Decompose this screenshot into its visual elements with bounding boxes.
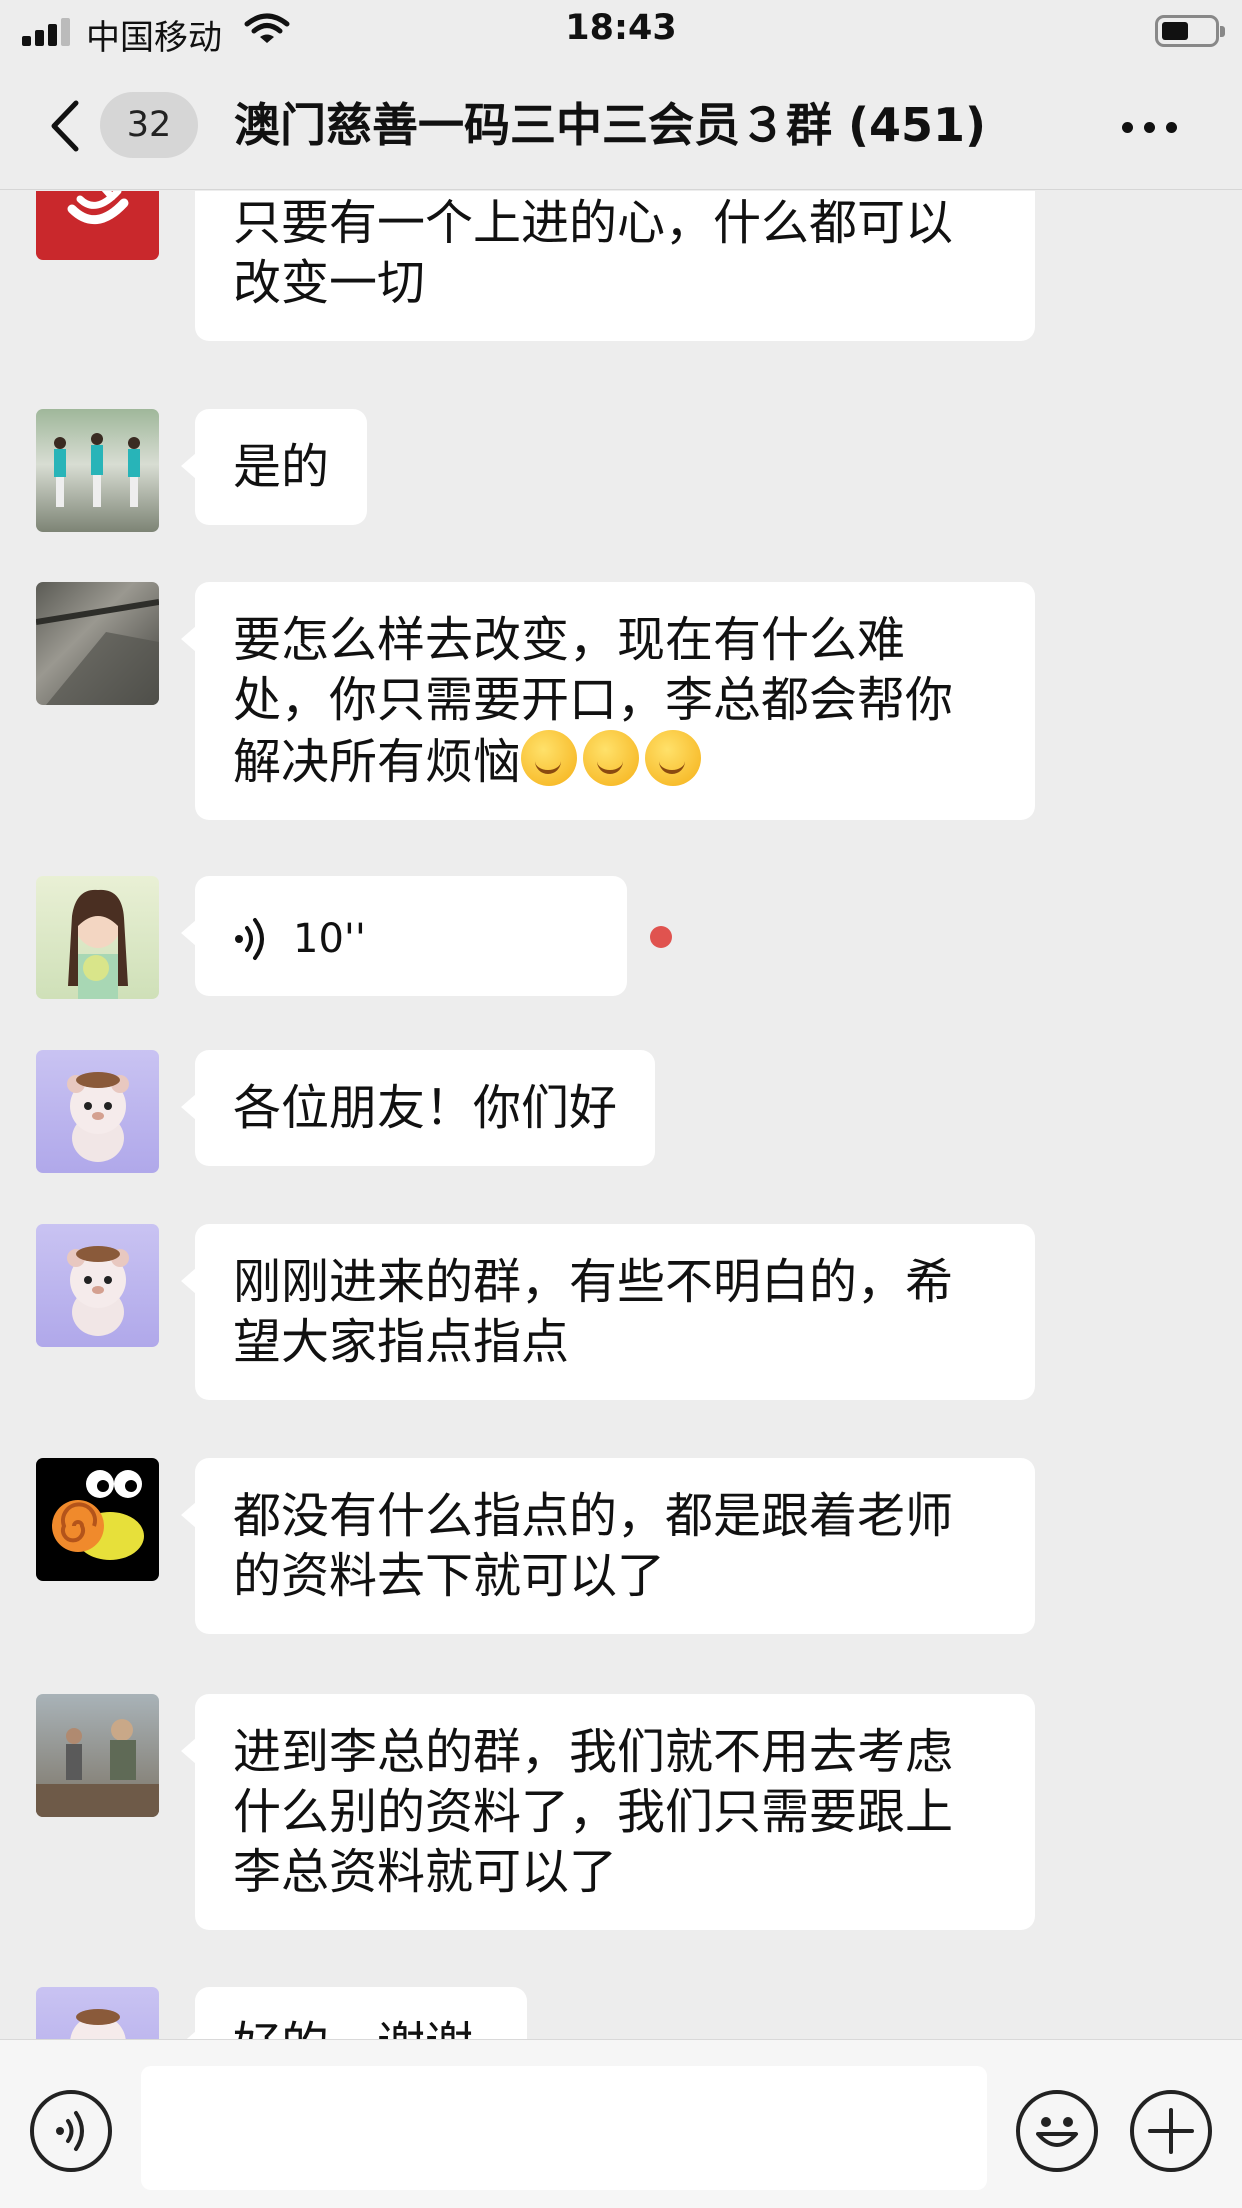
thinking-face-emoji [583, 730, 640, 786]
thinking-face-emoji [645, 730, 702, 786]
more-actions-button[interactable] [1130, 2090, 1212, 2172]
unread-voice-dot [650, 926, 672, 948]
chat-header: 32 澳门慈善一码三中三会员３群 (451) [0, 62, 1242, 190]
message-bubble[interactable]: 进到李总的群，我们就不用去考虑什么别的资料了，我们只需要跟上李总资料就可以了 [181, 1694, 1035, 1930]
status-bar: 中国移动 18:43 [0, 0, 1242, 62]
bear-avatar[interactable] [36, 1987, 159, 2039]
message-text: 各位朋友！你们好 [233, 1080, 618, 1136]
message-input[interactable] [141, 2066, 987, 2190]
plus-icon [1148, 2108, 1194, 2154]
status-time: 18:43 [565, 8, 677, 48]
emoji-button[interactable] [1016, 2090, 1098, 2172]
message-text: 进到李总的群，我们就不用去考虑什么别的资料了，我们只需要跟上李总资料就可以了 [233, 1724, 954, 1900]
message-text: 刚刚进来的群，有些不明白的，希望大家指点指点 [233, 1254, 954, 1370]
message-text: 是的 [233, 439, 330, 495]
battery-icon [1155, 15, 1225, 47]
snail-avatar[interactable] [36, 1458, 159, 1581]
message-bubble[interactable]: 各位朋友！你们好 [180, 1050, 656, 1166]
dancers-photo-avatar[interactable] [36, 409, 159, 532]
message-list[interactable]: 只要有一个上进的心，什么都可以改变一切 是的 要怎么样去改变，现在有什么难处，你… [0, 191, 1242, 2039]
message-bubble[interactable]: 是的 [180, 409, 368, 525]
back-chevron-icon[interactable] [44, 99, 88, 153]
message-text: 只要有一个上进的心，什么都可以改变一切 [233, 195, 954, 311]
voice-wave-icon [235, 918, 264, 960]
message-bubble[interactable]: 都没有什么指点的，都是跟着老师的资料去下就可以了 [181, 1458, 1035, 1634]
more-options-icon[interactable] [1122, 122, 1178, 134]
message-text: 都没有什么指点的，都是跟着老师的资料去下就可以了 [233, 1488, 954, 1604]
message-bubble[interactable]: 好的，谢谢 [181, 1987, 527, 2039]
unread-count-badge[interactable]: 32 [100, 92, 198, 158]
girl-photo-avatar[interactable] [36, 876, 159, 999]
voice-input-button[interactable] [30, 2090, 112, 2172]
message-bubble[interactable]: 只要有一个上进的心，什么都可以改变一切 [195, 191, 1035, 341]
chat-input-bar [0, 2039, 1242, 2208]
voice-message-bubble[interactable]: 10'' [181, 876, 627, 996]
red-logo-avatar[interactable] [36, 191, 159, 260]
thinking-face-emoji [521, 730, 578, 786]
message-text: 好的，谢谢 [233, 2017, 473, 2039]
message-bubble[interactable]: 要怎么样去改变，现在有什么难处，你只需要开口，李总都会帮你解决所有烦恼 [181, 582, 1035, 820]
construction-photo-avatar[interactable] [36, 582, 159, 705]
voice-icon [56, 2111, 84, 2151]
bear-avatar[interactable] [36, 1224, 159, 1347]
smiley-icon [1036, 2117, 1078, 2147]
chat-title: 澳门慈善一码三中三会员３群 (451) [234, 98, 987, 152]
voice-duration: 10'' [293, 916, 366, 962]
bear-avatar[interactable] [36, 1050, 159, 1173]
message-bubble[interactable]: 刚刚进来的群，有些不明白的，希望大家指点指点 [181, 1224, 1035, 1400]
soldier-photo-avatar[interactable] [36, 1694, 159, 1817]
